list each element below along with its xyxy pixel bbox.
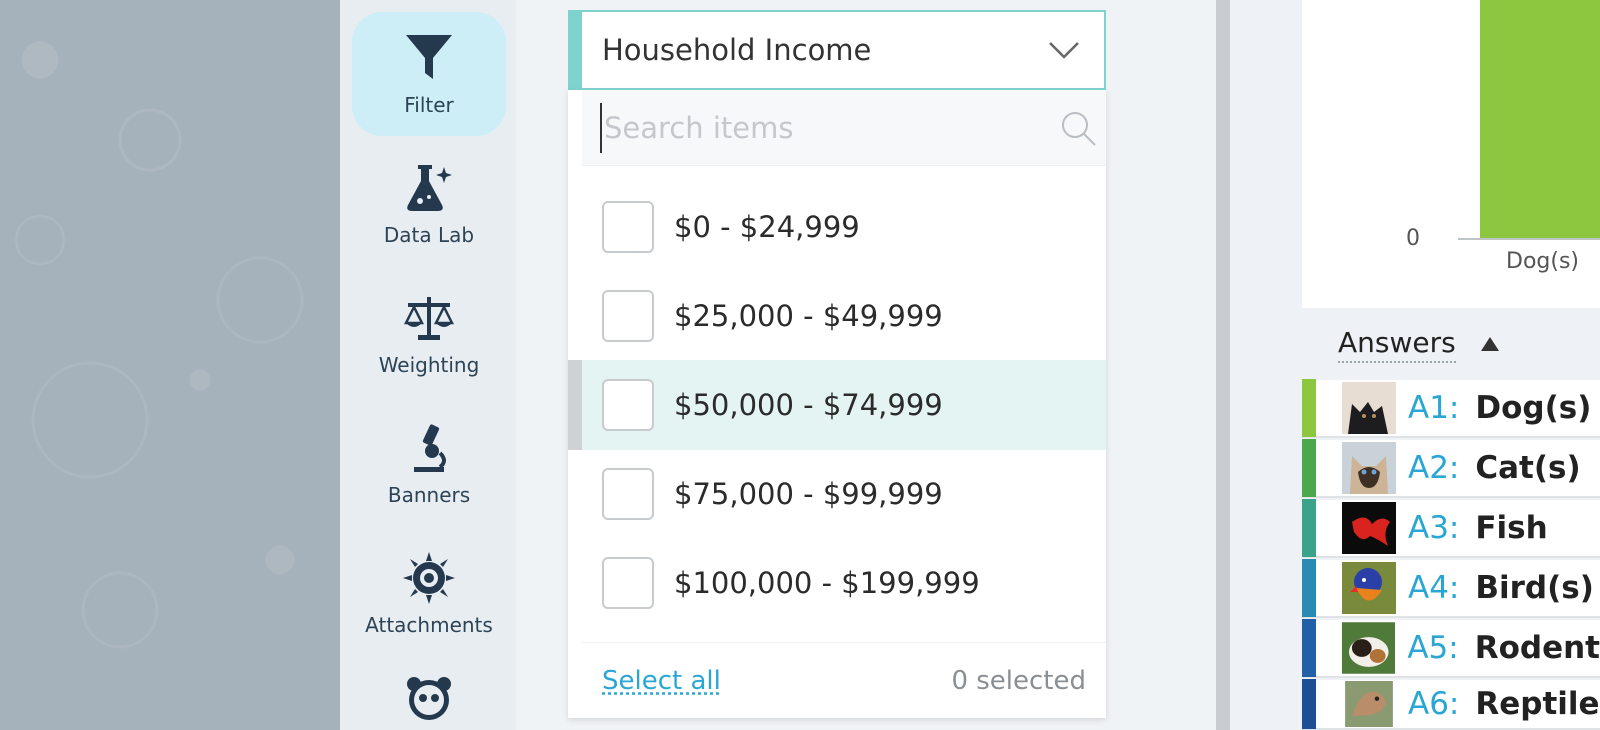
list-item[interactable]: $100,000 - $199,999 (568, 538, 1106, 628)
filter-tool-label: Filter (404, 93, 454, 117)
list-item[interactable]: $25,000 - $49,999 (568, 271, 1106, 361)
item-checkbox[interactable] (602, 201, 654, 253)
panda-tool-button[interactable] (352, 662, 506, 730)
dropdown-title: Household Income (602, 33, 872, 67)
sort-ascending-icon[interactable] (1480, 336, 1500, 352)
panda-icon (407, 677, 451, 720)
bird-thumbnail (1342, 562, 1396, 614)
answer-code: A6: (1408, 686, 1460, 722)
answer-row[interactable]: A4: Bird(s) (1302, 559, 1600, 618)
item-label: $0 - $24,999 (674, 210, 860, 244)
banners-tool-button[interactable]: Banners (352, 402, 506, 526)
y-tick-label: 0 (1406, 226, 1420, 251)
answers-sort-heading[interactable]: Answers (1338, 326, 1456, 363)
answer-text: Bird(s) (1475, 570, 1594, 606)
answer-color-stripe (1302, 619, 1316, 677)
search-icon[interactable] (1060, 110, 1098, 148)
chart-card: 0 Dog(s) (1302, 0, 1600, 308)
answer-text: Reptile (1475, 686, 1600, 722)
answer-row[interactable]: A1: Dog(s) (1302, 379, 1600, 438)
data-lab-tool-label: Data Lab (383, 223, 475, 247)
scale-icon (403, 297, 455, 340)
microscope-icon (414, 424, 446, 472)
variable-dropdown[interactable]: Household Income (568, 10, 1106, 90)
selected-count: 0 selected (951, 665, 1086, 696)
item-checkbox[interactable] (602, 557, 654, 609)
answer-code: A5: (1407, 630, 1459, 666)
weighting-tool-button[interactable]: Weighting (352, 272, 506, 396)
item-checkbox[interactable] (602, 290, 654, 342)
decorative-background (0, 0, 340, 730)
fish-thumbnail (1342, 502, 1396, 554)
answer-text: Rodent (1474, 630, 1600, 666)
sun-icon (403, 552, 455, 604)
answer-code: A4: (1408, 570, 1460, 606)
data-lab-tool-button[interactable]: Data Lab (352, 142, 506, 266)
flask-icon (407, 165, 452, 211)
answer-text: Dog(s) (1475, 390, 1592, 426)
answer-color-stripe (1302, 499, 1316, 557)
funnel-icon (406, 35, 452, 79)
item-checkbox[interactable] (602, 379, 654, 431)
item-label: $75,000 - $99,999 (674, 477, 943, 511)
list-item-hovered[interactable]: $50,000 - $74,999 (568, 360, 1106, 450)
item-label: $100,000 - $199,999 (674, 566, 980, 600)
answer-row[interactable]: A5: Rodent (1302, 619, 1600, 678)
select-all-link[interactable]: Select all (602, 666, 721, 696)
answer-row[interactable]: A3: Fish (1302, 499, 1600, 558)
attachments-tool-label: Attachments (365, 613, 493, 637)
answer-row[interactable]: A2: Cat(s) (1302, 439, 1600, 498)
answer-row[interactable]: A6: Reptile (1302, 679, 1600, 730)
attachments-tool-button[interactable]: Attachments (352, 532, 506, 656)
answer-color-stripe (1302, 679, 1316, 729)
list-item[interactable]: $0 - $24,999 (568, 182, 1106, 272)
chart-bar[interactable] (1480, 0, 1600, 238)
banners-tool-label: Banners (387, 483, 471, 507)
filter-tool-button[interactable]: Filter (352, 12, 506, 136)
weighting-tool-label: Weighting (378, 353, 480, 377)
tool-rail: Filter Data Lab Weighting Banners Attach… (340, 0, 516, 730)
reptile-thumbnail (1345, 681, 1393, 727)
answer-code: A2: (1408, 450, 1460, 486)
search-bar (582, 90, 1106, 166)
list-item[interactable]: $75,000 - $99,999 (568, 449, 1106, 539)
rodent-thumbnail (1341, 622, 1396, 674)
answer-color-stripe (1302, 559, 1316, 617)
answer-code: A1: (1408, 390, 1460, 426)
dropdown-footer: Select all 0 selected (582, 642, 1106, 718)
cat-thumbnail (1342, 442, 1396, 494)
search-input[interactable] (600, 102, 1040, 153)
answer-text: Fish (1475, 510, 1548, 546)
answer-code: A3: (1408, 510, 1460, 546)
dropdown-list: $0 - $24,999 $25,000 - $49,999 $50,000 -… (568, 90, 1106, 718)
answer-text: Cat(s) (1475, 450, 1581, 486)
answers-header: Answers (1302, 308, 1600, 380)
x-axis-line (1458, 238, 1600, 240)
dog-thumbnail (1342, 382, 1396, 434)
answer-color-stripe (1302, 439, 1316, 497)
answer-color-stripe (1302, 379, 1316, 437)
panel-divider[interactable] (1216, 0, 1230, 730)
item-label: $50,000 - $74,999 (674, 388, 943, 422)
chevron-down-icon (1049, 42, 1079, 59)
item-checkbox[interactable] (602, 468, 654, 520)
x-category-label: Dog(s) (1506, 249, 1579, 274)
item-label: $25,000 - $49,999 (674, 299, 943, 333)
